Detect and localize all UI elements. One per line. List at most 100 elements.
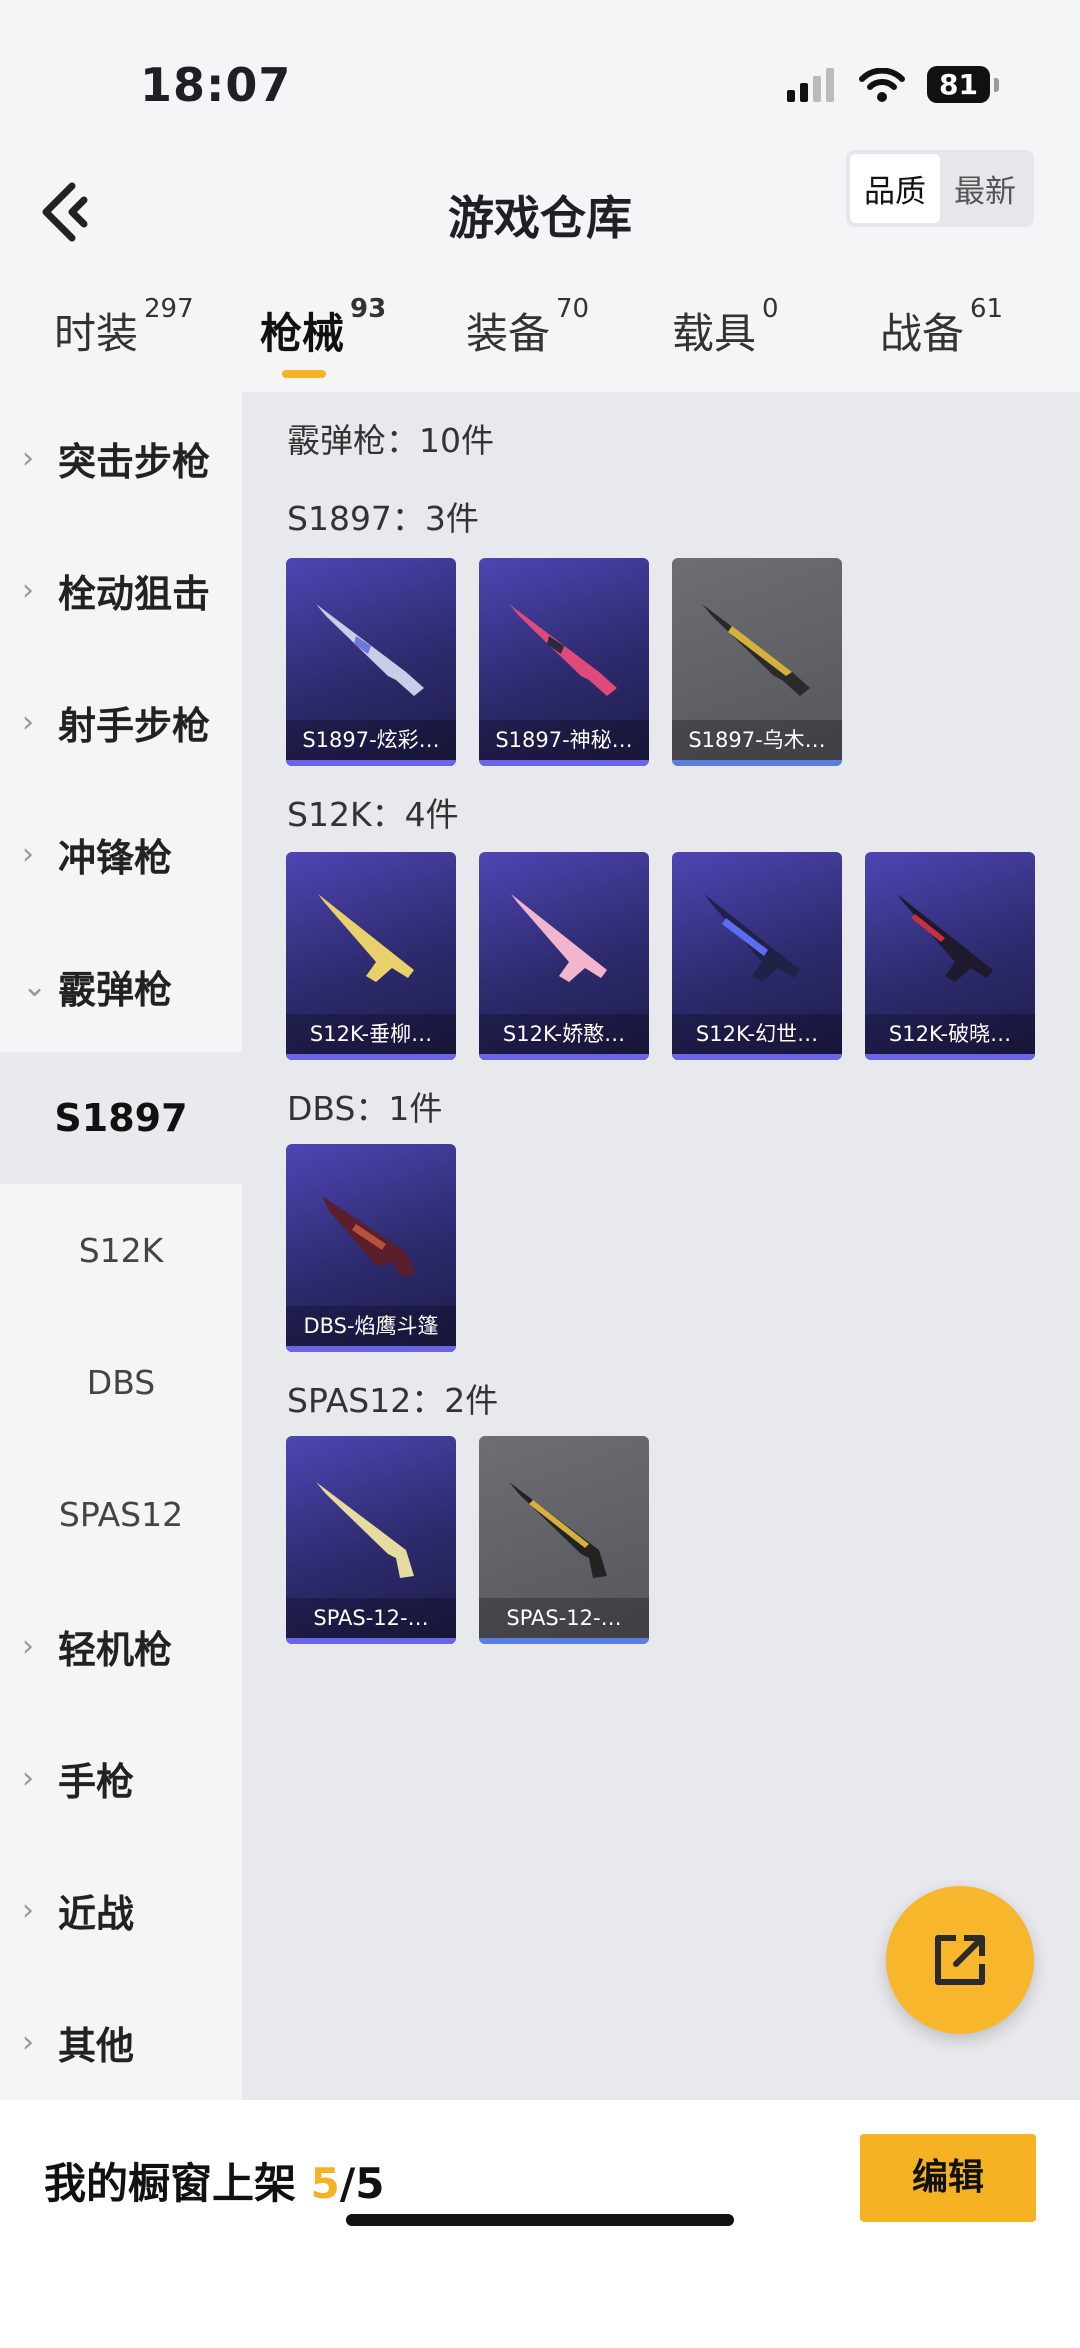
- home-indicator: [346, 2214, 734, 2226]
- rarity-bar: [286, 760, 456, 766]
- chevron-right-icon: ›: [22, 1628, 34, 1664]
- sidebar-item-label: 其他: [58, 2023, 135, 2068]
- sidebar-item-label: 射手步枪: [58, 703, 211, 748]
- sidebar-item-assault-rifle[interactable]: › 突击步枪: [0, 392, 242, 524]
- sidebar-item-smg[interactable]: › 冲锋枪: [0, 788, 242, 920]
- item-card[interactable]: S1897-炫彩…: [286, 558, 456, 766]
- rarity-bar: [865, 1054, 1035, 1060]
- shotgun-icon: [509, 1482, 607, 1578]
- rarity-bar: [286, 1638, 456, 1644]
- chevron-right-icon: ›: [22, 836, 34, 872]
- tab-count: 93: [350, 294, 387, 324]
- tab-label: 战备: [880, 309, 965, 358]
- showcase-total-count: /5: [339, 2159, 385, 2208]
- sort-quality-button[interactable]: 品质: [850, 154, 940, 223]
- item-card[interactable]: S12K-娇憨…: [479, 852, 649, 1060]
- category-tabs: 时装 297 枪械 93 装备 70 载具 0 战备 61: [0, 294, 1080, 390]
- item-label: SPAS-12-…: [479, 1598, 649, 1638]
- sidebar-item-label: 霰弹枪: [58, 967, 173, 1012]
- item-card[interactable]: S12K-垂柳…: [286, 852, 456, 1060]
- tab-vehicles[interactable]: 载具 0: [672, 294, 779, 361]
- sidebar-sub-dbs[interactable]: DBS: [0, 1316, 242, 1448]
- category-summary: 霰弹枪：10件: [287, 421, 494, 460]
- shotgun-icon: [702, 604, 810, 696]
- item-card[interactable]: S12K-破晓…: [865, 852, 1035, 1060]
- sidebar-item-lmg[interactable]: › 轻机枪: [0, 1580, 242, 1712]
- chevron-right-icon: ›: [22, 704, 34, 740]
- tab-combat-gear[interactable]: 战备 61: [880, 294, 1003, 361]
- chevron-down-icon: ⌄: [22, 968, 48, 1004]
- chevron-right-icon: ›: [22, 2024, 34, 2060]
- rarity-bar: [479, 760, 649, 766]
- sort-toggle: 品质 最新: [846, 150, 1034, 227]
- sidebar-sub-spas12[interactable]: SPAS12: [0, 1448, 242, 1580]
- sidebar-item-label: 轻机枪: [58, 1627, 173, 1672]
- rifle-icon: [704, 894, 800, 982]
- status-time: 18:07: [140, 58, 292, 112]
- sidebar-item-label: 突击步枪: [58, 439, 211, 484]
- rarity-bar: [286, 1346, 456, 1352]
- group-label: S1897：3件: [287, 499, 479, 538]
- rifle-icon: [897, 894, 993, 982]
- sidebar: › 突击步枪 › 栓动狙击 › 射手步枪 › 冲锋枪 ⌄ 霰弹枪 S1897 S12K D…: [0, 392, 242, 2100]
- chevron-right-icon: ›: [22, 1892, 34, 1928]
- sidebar-sub-s1897[interactable]: S1897: [0, 1052, 242, 1184]
- item-label: S12K-幻世…: [672, 1014, 842, 1054]
- shotgun-icon: [316, 1482, 414, 1578]
- rarity-bar: [479, 1638, 649, 1644]
- sidebar-item-marksman-rifle[interactable]: › 射手步枪: [0, 656, 242, 788]
- group-label: SPAS12：2件: [287, 1381, 499, 1420]
- rifle-icon: [318, 894, 414, 982]
- sidebar-sub-s12k[interactable]: S12K: [0, 1184, 242, 1316]
- showcase-status: 我的橱窗上架 5/5: [44, 2150, 384, 2211]
- tab-fashion[interactable]: 时装 297: [54, 294, 194, 361]
- item-card[interactable]: S12K-幻世…: [672, 852, 842, 1060]
- tab-count: 297: [144, 294, 194, 324]
- item-label: S12K-垂柳…: [286, 1014, 456, 1054]
- group-label: S12K：4件: [287, 795, 459, 834]
- item-card[interactable]: SPAS-12-…: [286, 1436, 456, 1644]
- sort-newest-button[interactable]: 最新: [940, 154, 1030, 223]
- item-label: SPAS-12-…: [286, 1598, 456, 1638]
- share-button[interactable]: [886, 1886, 1034, 2034]
- tab-label: 枪械: [260, 309, 345, 358]
- item-grid: 霰弹枪：10件 S1897：3件 S1897-炫彩… S1897-神秘… S18…: [242, 392, 1080, 2100]
- item-card[interactable]: SPAS-12-…: [479, 1436, 649, 1644]
- battery-indicator: 81: [927, 66, 999, 103]
- edit-button[interactable]: 编辑: [860, 2134, 1036, 2222]
- tab-label: 装备: [466, 309, 551, 358]
- rarity-bar: [672, 760, 842, 766]
- shotgun-icon: [509, 604, 617, 696]
- status-icons: 81: [787, 66, 999, 103]
- rarity-bar: [286, 1054, 456, 1060]
- tab-firearms[interactable]: 枪械 93: [260, 294, 386, 361]
- tab-count: 0: [762, 294, 779, 324]
- tab-count: 61: [970, 294, 1004, 324]
- tab-equipment[interactable]: 装备 70: [466, 294, 589, 361]
- item-label: S1897-乌木…: [672, 720, 842, 760]
- sidebar-item-label: 栓动狙击: [58, 571, 211, 616]
- item-card[interactable]: DBS-焰鹰斗篷: [286, 1144, 456, 1352]
- shotgun-icon: [322, 1196, 416, 1276]
- item-label: S12K-娇憨…: [479, 1014, 649, 1054]
- showcase-used-count: 5: [310, 2159, 340, 2208]
- tab-label: 时装: [54, 309, 139, 358]
- chevron-right-icon: ›: [22, 572, 34, 608]
- sidebar-item-shotgun[interactable]: ⌄ 霰弹枪: [0, 920, 242, 1052]
- chevron-right-icon: ›: [22, 1760, 34, 1796]
- share-icon: [935, 1935, 985, 1985]
- item-label: S1897-神秘…: [479, 720, 649, 760]
- sidebar-item-pistol[interactable]: › 手枪: [0, 1712, 242, 1844]
- item-label: S12K-破晓…: [865, 1014, 1035, 1054]
- sidebar-item-other[interactable]: › 其他: [0, 1976, 242, 2108]
- item-card[interactable]: S1897-神秘…: [479, 558, 649, 766]
- rifle-icon: [511, 894, 607, 982]
- sidebar-item-bolt-sniper[interactable]: › 栓动狙击: [0, 524, 242, 656]
- rarity-bar: [479, 1054, 649, 1060]
- item-label: S1897-炫彩…: [286, 720, 456, 760]
- group-label: DBS：1件: [287, 1089, 443, 1128]
- item-card[interactable]: S1897-乌木…: [672, 558, 842, 766]
- sidebar-item-melee[interactable]: › 近战: [0, 1844, 242, 1976]
- sidebar-item-label: 近战: [58, 1891, 135, 1936]
- tab-label: 载具: [672, 309, 757, 358]
